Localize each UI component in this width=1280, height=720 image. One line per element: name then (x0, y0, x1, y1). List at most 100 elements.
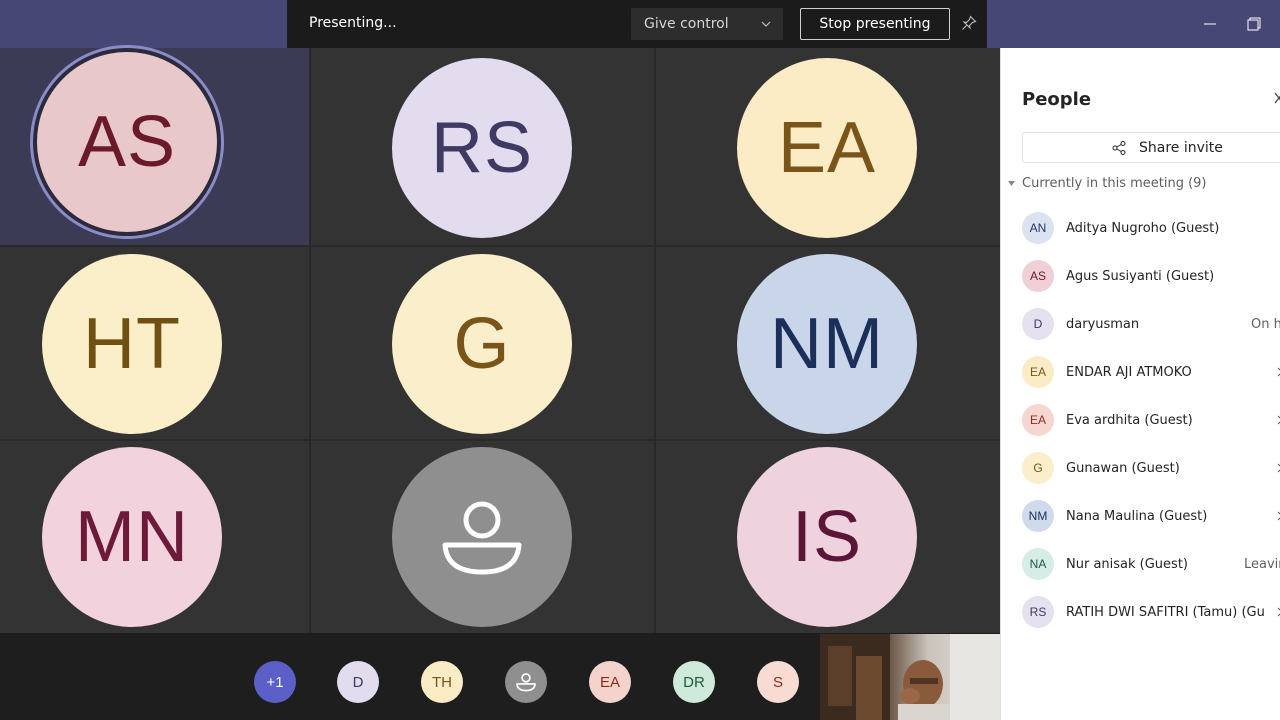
participant-avatar: RS (392, 58, 572, 238)
participant-tile[interactable]: EA (656, 48, 1000, 245)
participant-name: Gunawan (Guest) (1066, 460, 1180, 476)
avatar-initials: DR (683, 673, 705, 691)
participant-name: Nana Maulina (Guest) (1066, 508, 1208, 524)
chevron-down-icon (761, 21, 771, 27)
avatar-initials: AS (77, 102, 177, 182)
avatar-initials: S (772, 673, 783, 691)
participant-name: RATIH DWI SAFITRI (Tamu) (Gu (1066, 604, 1265, 620)
strip-avatar[interactable]: S (757, 661, 799, 703)
title-bar: Presenting... Give control Stop presenti… (0, 0, 1280, 48)
participant-name: Agus Susiyanti (Guest) (1066, 268, 1215, 284)
participant-avatar: NM (1022, 500, 1054, 532)
avatar-initials: AS (1029, 269, 1046, 283)
participant-avatar: AS (1022, 260, 1054, 292)
participant-row[interactable]: RS RATIH DWI SAFITRI (Tamu) (Gu (1001, 592, 1280, 632)
participant-avatar: RS (1022, 596, 1054, 628)
avatar-initials: +1 (266, 673, 284, 691)
participant-name: daryusman (1066, 316, 1140, 332)
strip-avatar[interactable]: D (337, 661, 379, 703)
strip-avatar[interactable] (505, 661, 547, 703)
give-control-label: Give control (644, 16, 729, 32)
avatar-initials: EA (1029, 413, 1046, 427)
avatar-initials: G (1033, 461, 1043, 475)
participant-row[interactable]: AS Agus Susiyanti (Guest) (1001, 256, 1280, 296)
participant-avatar: G (392, 254, 572, 434)
overflow-more-button[interactable]: +1 (254, 661, 296, 703)
participant-row[interactable]: EA ENDAR AJI ATMOKO (1001, 352, 1280, 392)
participant-name: Eva ardhita (Guest) (1066, 412, 1193, 428)
share-invite-label: Share invite (1139, 139, 1223, 156)
avatar-initials: G (453, 304, 511, 384)
participant-avatar: G (1022, 452, 1054, 484)
strip-avatar[interactable]: DR (673, 661, 715, 703)
participant-tile[interactable] (311, 441, 654, 633)
pin-icon[interactable] (961, 15, 977, 31)
maximize-icon[interactable] (1244, 14, 1264, 34)
person-icon (516, 673, 536, 692)
avatar-initials: EA (1029, 365, 1046, 379)
participant-tile[interactable]: MN (0, 441, 309, 633)
participant-tile[interactable]: AS (0, 48, 309, 245)
participant-avatar: EA (1022, 404, 1054, 436)
participant-name: Nur anisak (Guest) (1066, 556, 1188, 572)
avatar-initials: IS (791, 497, 863, 577)
participant-row[interactable]: EA Eva ardhita (Guest) (1001, 400, 1280, 440)
participant-avatar: EA (1022, 356, 1054, 388)
avatar-initials: RS (430, 108, 534, 188)
avatar-initials: AN (1029, 221, 1047, 235)
meeting-section-header[interactable]: Currently in this meeting (9) (1007, 176, 1207, 191)
minimize-icon[interactable] (1200, 14, 1220, 34)
video-gallery: AS RS EA HT G NM MN IS (0, 48, 1000, 633)
share-icon (1112, 140, 1126, 155)
participant-tile[interactable]: IS (656, 441, 1000, 633)
avatar-initials: EA (599, 673, 620, 691)
strip-avatar[interactable]: EA (589, 661, 631, 703)
participant-row[interactable]: Ddaryusman On h (1001, 304, 1280, 344)
participant-row[interactable]: AN Aditya Nugroho (Guest) (1001, 208, 1280, 248)
participant-avatar: NA (1022, 548, 1054, 580)
participant-tile[interactable]: G (311, 247, 654, 439)
participant-avatar (392, 447, 572, 627)
presenting-status: Presenting... (309, 15, 397, 31)
participant-status: On h (1251, 316, 1280, 332)
avatar-initials: TH (432, 673, 452, 691)
participant-avatar: D (1022, 308, 1054, 340)
give-control-dropdown[interactable]: Give control (631, 8, 783, 40)
person-icon (442, 501, 522, 575)
self-video-preview[interactable] (820, 634, 1000, 720)
participant-row[interactable]: G Gunawan (Guest) (1001, 448, 1280, 488)
participant-tile[interactable]: RS (311, 48, 654, 245)
avatar-initials: MN (75, 497, 189, 577)
strip-avatar[interactable]: TH (421, 661, 463, 703)
avatar-initials: HT (83, 304, 181, 384)
section-label: Currently in this meeting (9) (1022, 176, 1207, 191)
avatar-initials: NM (770, 304, 884, 384)
participant-name: Aditya Nugroho (Guest) (1066, 220, 1220, 236)
participant-row[interactable]: NM Nana Maulina (Guest) (1001, 496, 1280, 536)
participant-tile[interactable]: HT (0, 247, 309, 439)
teams-meeting-window: Presenting... Give control Stop presenti… (0, 0, 1280, 720)
share-invite-button[interactable]: Share invite (1022, 132, 1280, 163)
avatar-initials: NA (1029, 557, 1047, 571)
participant-name: ENDAR AJI ATMOKO (1066, 364, 1192, 380)
participant-status: Leavin (1244, 556, 1280, 572)
avatar-initials: D (1033, 317, 1043, 331)
avatar-initials: EA (777, 108, 877, 188)
participant-tile[interactable]: NM (656, 247, 1000, 439)
avatar-initials: D (352, 673, 364, 691)
stop-presenting-button[interactable]: Stop presenting (800, 8, 950, 40)
participant-avatar: AS (37, 52, 217, 232)
participant-avatar: AN (1022, 212, 1054, 244)
people-panel: People Share invite Currently in this me… (1000, 48, 1280, 720)
participant-avatar: MN (42, 447, 222, 627)
participant-avatar: NM (737, 254, 917, 434)
participant-row[interactable]: NA Nur anisak (Guest) Leavin (1001, 544, 1280, 584)
camera-feed-image (820, 634, 1000, 720)
participant-avatar: HT (42, 254, 222, 434)
caret-down-icon (1008, 181, 1015, 186)
avatar-initials: RS (1029, 605, 1047, 619)
close-icon[interactable] (1273, 91, 1280, 105)
presenting-toolbar: Presenting... Give control Stop presenti… (287, 0, 987, 48)
panel-title: People (1022, 89, 1092, 110)
participant-avatar: IS (737, 447, 917, 627)
